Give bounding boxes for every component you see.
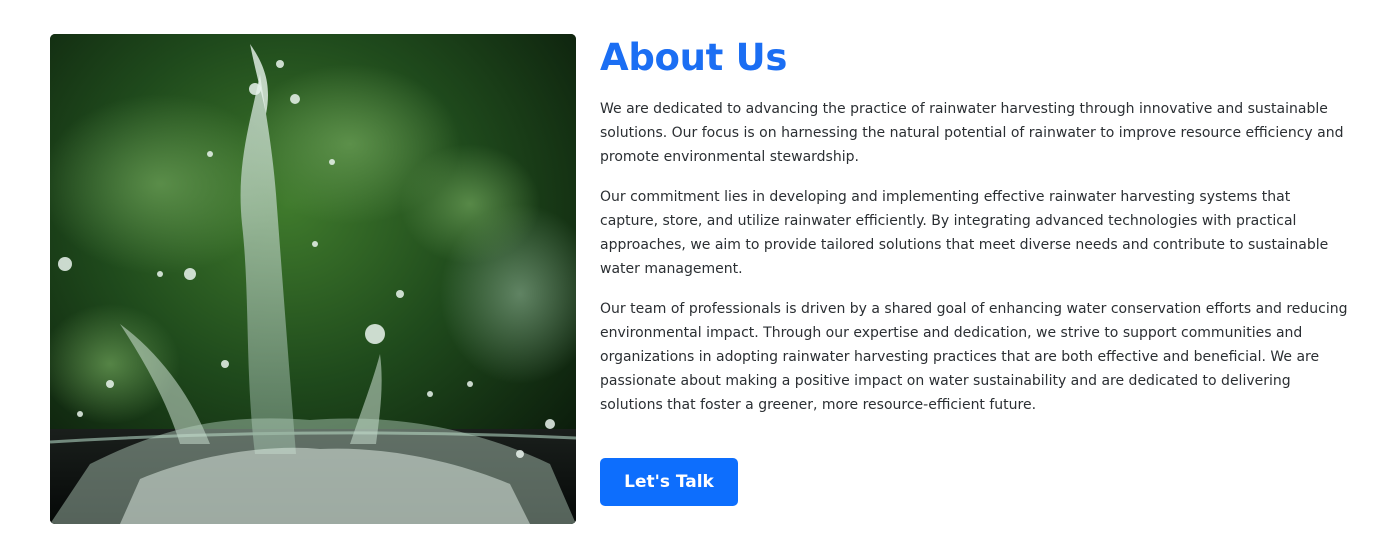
page-title: About Us (600, 36, 788, 79)
lets-talk-button[interactable]: Let's Talk (600, 458, 738, 506)
about-paragraph-2: Our commitment lies in developing and im… (600, 189, 1329, 277)
water-splash-image (50, 34, 576, 524)
about-content: About Us We are dedicated to advancing t… (600, 34, 1350, 433)
about-paragraph-1: We are dedicated to advancing the practi… (600, 101, 1344, 165)
water-splash-illustration (50, 34, 576, 524)
about-paragraph-3: Our team of professionals is driven by a… (600, 301, 1348, 413)
about-section: About Us We are dedicated to advancing t… (0, 0, 1375, 559)
